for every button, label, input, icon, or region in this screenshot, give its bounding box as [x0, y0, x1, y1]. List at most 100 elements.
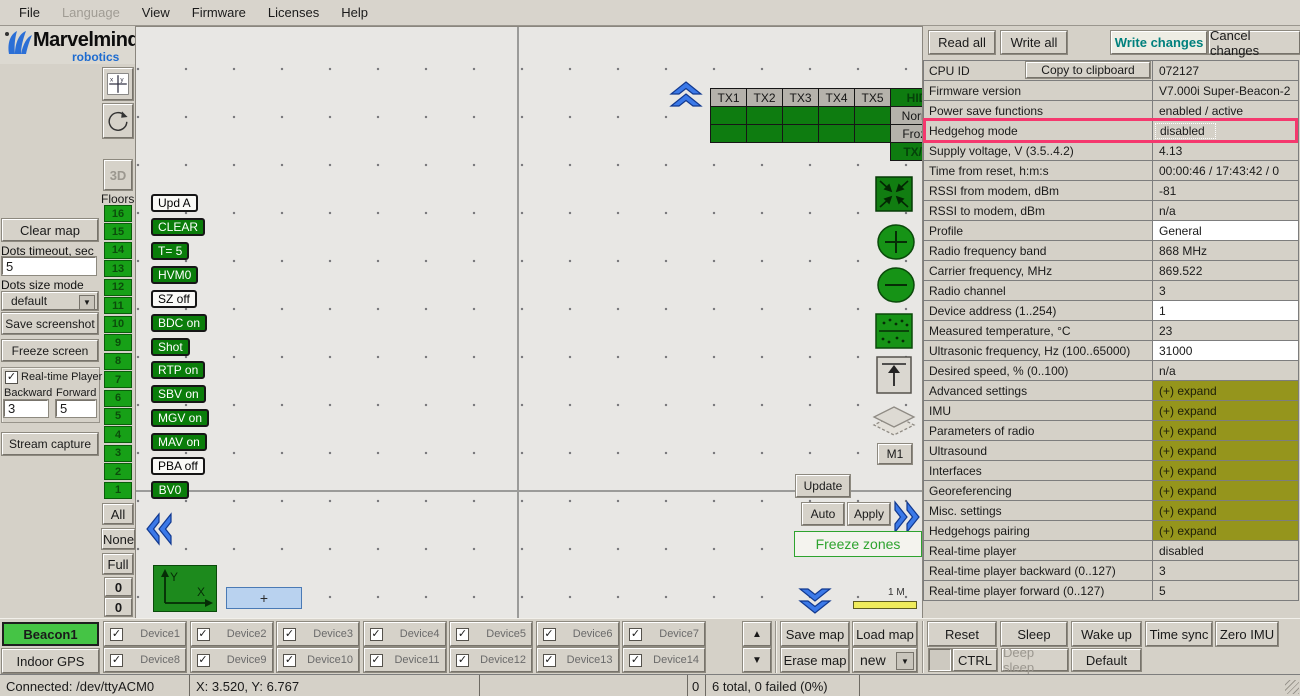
checkbox-checked-icon[interactable]: ✓ — [370, 628, 383, 641]
menu-view[interactable]: View — [131, 2, 181, 23]
device-toggle-device12[interactable]: ✓Device12 — [450, 648, 532, 672]
device-toggle-device9[interactable]: ✓Device9 — [191, 648, 273, 672]
ctrl-button[interactable]: CTRL — [953, 649, 997, 671]
indoor-gps-button[interactable]: Indoor GPS — [2, 649, 99, 673]
setting-value[interactable]: (+) expand — [1153, 501, 1298, 520]
overlay-button-bv0[interactable]: BV0 — [151, 481, 189, 499]
map-canvas[interactable]: Upd ACLEART= 5HVM0SZ offBDC onShotRTP on… — [135, 26, 922, 618]
dots-size-mode-select[interactable]: default ▼ — [2, 292, 98, 310]
overlay-button-pba-off[interactable]: PBA off — [151, 457, 205, 475]
tx-cell[interactable] — [818, 106, 855, 125]
checkbox-checked-icon[interactable]: ✓ — [283, 654, 296, 667]
tx-cell[interactable] — [710, 106, 747, 125]
device-toggle-device5[interactable]: ✓Device5 — [450, 622, 532, 646]
tx-cell[interactable] — [818, 124, 855, 143]
floors-none-button[interactable]: None — [102, 529, 135, 549]
write-all-button[interactable]: Write all — [1001, 31, 1067, 54]
tx-cell[interactable] — [854, 124, 891, 143]
floor-16[interactable]: 16 — [104, 205, 132, 222]
floors-all-button[interactable]: All — [103, 504, 133, 524]
save-screenshot-button[interactable]: Save screenshot — [2, 313, 98, 334]
freeze-zones-button[interactable]: Freeze zones — [794, 531, 922, 557]
beacon1-button[interactable]: Beacon1 — [2, 622, 99, 646]
floor-4[interactable]: 4 — [104, 426, 132, 443]
realtime-player-checkbox[interactable]: ✓ — [5, 371, 18, 384]
setting-value[interactable]: (+) expand — [1153, 401, 1298, 420]
update-button[interactable]: Update — [796, 475, 850, 497]
setting-value[interactable]: (+) expand — [1153, 461, 1298, 480]
overlay-button-sz-off[interactable]: SZ off — [151, 290, 197, 308]
checkbox-checked-icon[interactable]: ✓ — [197, 654, 210, 667]
setting-value[interactable]: (+) expand — [1153, 521, 1298, 540]
dots-filter-icon[interactable] — [875, 313, 913, 349]
device-toggle-device13[interactable]: ✓Device13 — [537, 648, 619, 672]
checkbox-checked-icon[interactable]: ✓ — [283, 628, 296, 641]
menu-language[interactable]: Language — [51, 2, 131, 23]
tx-header-tx1[interactable]: TX1 — [710, 88, 747, 107]
overlay-button-bdc-on[interactable]: BDC on — [151, 314, 207, 332]
clear-map-button[interactable]: Clear map — [2, 219, 98, 241]
checkbox-checked-icon[interactable]: ✓ — [110, 628, 123, 641]
zero-imu-button[interactable]: Zero IMU — [1216, 622, 1278, 646]
pan-right-icon[interactable] — [890, 500, 922, 534]
m1-button[interactable]: M1 — [878, 444, 912, 464]
zoom-out-icon[interactable] — [877, 266, 915, 304]
floors-counter-bottom[interactable]: 0 — [105, 598, 132, 616]
device-toggle-device7[interactable]: ✓Device7 — [623, 622, 705, 646]
floor-1[interactable]: 1 — [104, 482, 132, 499]
floor-2[interactable]: 2 — [104, 463, 132, 480]
setting-value[interactable]: (+) expand — [1153, 421, 1298, 440]
device-toggle-device11[interactable]: ✓Device11 — [364, 648, 446, 672]
floor-11[interactable]: 11 — [104, 297, 132, 314]
3d-view-button[interactable]: 3D — [104, 160, 132, 190]
scroll-up-button[interactable]: ▲ — [743, 622, 771, 646]
checkbox-checked-icon[interactable]: ✓ — [629, 654, 642, 667]
setting-value[interactable]: 072127 — [1153, 61, 1298, 80]
write-changes-button[interactable]: Write changes — [1111, 31, 1207, 54]
rotate-view-button[interactable] — [103, 104, 133, 138]
menu-firmware[interactable]: Firmware — [181, 2, 257, 23]
auto-button[interactable]: Auto — [802, 503, 844, 525]
checkbox-checked-icon[interactable]: ✓ — [370, 654, 383, 667]
floor-7[interactable]: 7 — [104, 371, 132, 388]
device-toggle-device10[interactable]: ✓Device10 — [277, 648, 359, 672]
wake-up-button[interactable]: Wake up — [1072, 622, 1141, 646]
overlay-button-sbv-on[interactable]: SBV on — [151, 385, 206, 403]
pan-down-icon[interactable] — [798, 584, 832, 616]
deep-sleep-button[interactable]: Deep sleep — [1002, 649, 1068, 671]
device-toggle-device14[interactable]: ✓Device14 — [623, 648, 705, 672]
map-name-select[interactable]: new ▼ — [853, 648, 917, 672]
tx-cell[interactable] — [746, 106, 783, 125]
tx-header-tx5[interactable]: TX5 — [854, 88, 891, 107]
axes-view-button[interactable]: x y — [103, 68, 133, 100]
forward-input[interactable]: 5 — [56, 400, 96, 417]
dropdown-arrow-icon[interactable]: ▼ — [896, 652, 914, 670]
sleep-button[interactable]: Sleep — [1001, 622, 1067, 646]
checkbox-checked-icon[interactable]: ✓ — [543, 654, 556, 667]
floor-10[interactable]: 10 — [104, 316, 132, 333]
overlay-button-mav-on[interactable]: MAV on — [151, 433, 207, 451]
freeze-screen-button[interactable]: Freeze screen — [2, 340, 98, 361]
tx-header-tx4[interactable]: TX4 — [818, 88, 855, 107]
setting-value[interactable]: (+) expand — [1153, 381, 1298, 400]
fit-to-screen-icon[interactable] — [875, 176, 913, 212]
backward-input[interactable]: 3 — [4, 400, 48, 417]
submap-plus-box[interactable]: + — [226, 587, 302, 609]
zoom-in-icon[interactable] — [877, 223, 915, 261]
tx-cell[interactable] — [782, 124, 819, 143]
overlay-button-t-5[interactable]: T= 5 — [151, 242, 189, 260]
tx-cell[interactable] — [854, 106, 891, 125]
floor-3[interactable]: 3 — [104, 445, 132, 462]
cancel-changes-button[interactable]: Cancel changes — [1209, 31, 1300, 54]
setting-value[interactable]: (+) expand — [1153, 441, 1298, 460]
pan-up-icon[interactable] — [669, 79, 703, 111]
time-sync-button[interactable]: Time sync — [1146, 622, 1212, 646]
tx-cell[interactable] — [710, 124, 747, 143]
device-toggle-device3[interactable]: ✓Device3 — [277, 622, 359, 646]
tx-header-tx2[interactable]: TX2 — [746, 88, 783, 107]
copy-to-clipboard-button[interactable]: Copy to clipboard — [1026, 62, 1150, 78]
floor-6[interactable]: 6 — [104, 390, 132, 407]
scroll-down-button[interactable]: ▼ — [743, 648, 771, 672]
reset-button[interactable]: Reset — [928, 622, 996, 646]
floors-full-button[interactable]: Full — [103, 554, 133, 574]
